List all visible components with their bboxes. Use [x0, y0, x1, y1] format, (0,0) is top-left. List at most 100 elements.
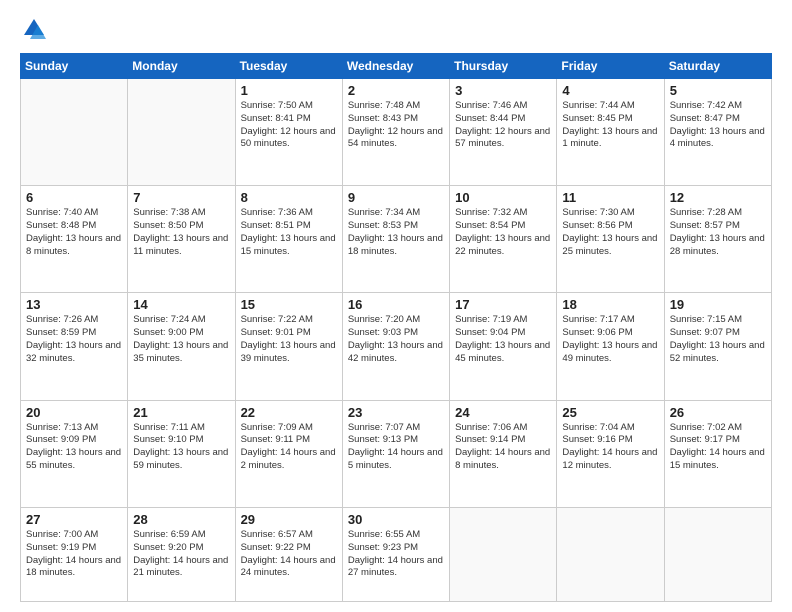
calendar-cell: 26 Sunrise: 7:02 AM Sunset: 9:17 PM Dayli…	[664, 400, 771, 507]
calendar-cell	[450, 507, 557, 601]
day-info: Sunrise: 7:13 AM Sunset: 9:09 PM Dayligh…	[26, 422, 122, 473]
calendar-cell: 25Sunrise: 7:04 AM Sunset: 9:16 PM Dayli…	[557, 400, 664, 507]
day-number: 11	[562, 190, 658, 205]
day-number: 13	[26, 297, 122, 312]
calendar-cell: 14Sunrise: 7:24 AM Sunset: 9:00 PM Dayli…	[128, 293, 235, 400]
calendar-cell	[557, 507, 664, 601]
weekday-header-tuesday: Tuesday	[235, 54, 342, 79]
week-row-1: 1 Sunrise: 7:50 AM Sunset: 8:41 PM Daylig…	[21, 79, 772, 186]
calendar-cell: 2 Sunrise: 7:48 AM Sunset: 8:43 PM Daylig…	[342, 79, 449, 186]
header	[20, 15, 772, 43]
day-info: Sunrise: 7:11 AM Sunset: 9:10 PM Dayligh…	[133, 422, 229, 473]
day-info: Sunrise: 7:06 AM Sunset: 9:14 PM Dayligh…	[455, 422, 551, 473]
day-number: 15	[241, 297, 337, 312]
calendar-cell: 21 Sunrise: 7:11 AM Sunset: 9:10 PM Dayli…	[128, 400, 235, 507]
day-info: Sunrise: 7:26 AM Sunset: 8:59 PM Dayligh…	[26, 314, 122, 365]
day-number: 24	[455, 405, 551, 420]
weekday-header-saturday: Saturday	[664, 54, 771, 79]
calendar-cell: 11 Sunrise: 7:30 AM Sunset: 8:56 PM Dayli…	[557, 186, 664, 293]
day-info: Sunrise: 7:50 AM Sunset: 8:41 PM Dayligh…	[241, 100, 337, 151]
day-info: Sunrise: 7:22 AM Sunset: 9:01 PM Dayligh…	[241, 314, 337, 365]
calendar-cell: 7 Sunrise: 7:38 AM Sunset: 8:50 PM Daylig…	[128, 186, 235, 293]
day-number: 23	[348, 405, 444, 420]
day-number: 10	[455, 190, 551, 205]
weekday-header-row: SundayMondayTuesdayWednesdayThursdayFrid…	[21, 54, 772, 79]
day-number: 4	[562, 83, 658, 98]
day-info: Sunrise: 7:38 AM Sunset: 8:50 PM Dayligh…	[133, 207, 229, 258]
day-info: Sunrise: 7:28 AM Sunset: 8:57 PM Dayligh…	[670, 207, 766, 258]
weekday-header-wednesday: Wednesday	[342, 54, 449, 79]
day-info: Sunrise: 7:07 AM Sunset: 9:13 PM Dayligh…	[348, 422, 444, 473]
day-info: Sunrise: 7:30 AM Sunset: 8:56 PM Dayligh…	[562, 207, 658, 258]
day-number: 21	[133, 405, 229, 420]
calendar-cell: 17 Sunrise: 7:19 AM Sunset: 9:04 PM Dayli…	[450, 293, 557, 400]
day-info: Sunrise: 7:48 AM Sunset: 8:43 PM Dayligh…	[348, 100, 444, 151]
day-info: Sunrise: 7:09 AM Sunset: 9:11 PM Dayligh…	[241, 422, 337, 473]
day-info: Sunrise: 7:20 AM Sunset: 9:03 PM Dayligh…	[348, 314, 444, 365]
page: SundayMondayTuesdayWednesdayThursdayFrid…	[0, 0, 792, 612]
day-number: 17	[455, 297, 551, 312]
day-info: Sunrise: 6:57 AM Sunset: 9:22 PM Dayligh…	[241, 529, 337, 580]
weekday-header-thursday: Thursday	[450, 54, 557, 79]
weekday-header-monday: Monday	[128, 54, 235, 79]
calendar-cell: 20Sunrise: 7:13 AM Sunset: 9:09 PM Dayli…	[21, 400, 128, 507]
day-number: 29	[241, 512, 337, 527]
day-number: 27	[26, 512, 122, 527]
day-info: Sunrise: 6:55 AM Sunset: 9:23 PM Dayligh…	[348, 529, 444, 580]
calendar-cell: 18Sunrise: 7:17 AM Sunset: 9:06 PM Dayli…	[557, 293, 664, 400]
day-number: 5	[670, 83, 766, 98]
day-number: 3	[455, 83, 551, 98]
week-row-2: 6 Sunrise: 7:40 AM Sunset: 8:48 PM Daylig…	[21, 186, 772, 293]
calendar-cell: 9 Sunrise: 7:34 AM Sunset: 8:53 PM Daylig…	[342, 186, 449, 293]
calendar-cell: 24 Sunrise: 7:06 AM Sunset: 9:14 PM Dayli…	[450, 400, 557, 507]
day-number: 19	[670, 297, 766, 312]
calendar-cell: 1 Sunrise: 7:50 AM Sunset: 8:41 PM Daylig…	[235, 79, 342, 186]
calendar-cell: 5Sunrise: 7:42 AM Sunset: 8:47 PM Daylig…	[664, 79, 771, 186]
day-info: Sunrise: 6:59 AM Sunset: 9:20 PM Dayligh…	[133, 529, 229, 580]
day-info: Sunrise: 7:32 AM Sunset: 8:54 PM Dayligh…	[455, 207, 551, 258]
logo	[20, 15, 52, 43]
day-number: 30	[348, 512, 444, 527]
calendar-cell: 15 Sunrise: 7:22 AM Sunset: 9:01 PM Dayli…	[235, 293, 342, 400]
calendar-cell: 3 Sunrise: 7:46 AM Sunset: 8:44 PM Daylig…	[450, 79, 557, 186]
day-info: Sunrise: 7:00 AM Sunset: 9:19 PM Dayligh…	[26, 529, 122, 580]
day-info: Sunrise: 7:02 AM Sunset: 9:17 PM Dayligh…	[670, 422, 766, 473]
calendar-cell: 8 Sunrise: 7:36 AM Sunset: 8:51 PM Daylig…	[235, 186, 342, 293]
week-row-4: 20Sunrise: 7:13 AM Sunset: 9:09 PM Dayli…	[21, 400, 772, 507]
day-info: Sunrise: 7:34 AM Sunset: 8:53 PM Dayligh…	[348, 207, 444, 258]
day-number: 12	[670, 190, 766, 205]
calendar-cell: 10 Sunrise: 7:32 AM Sunset: 8:54 PM Dayli…	[450, 186, 557, 293]
day-info: Sunrise: 7:19 AM Sunset: 9:04 PM Dayligh…	[455, 314, 551, 365]
week-row-5: 27 Sunrise: 7:00 AM Sunset: 9:19 PM Dayli…	[21, 507, 772, 601]
day-number: 6	[26, 190, 122, 205]
day-number: 1	[241, 83, 337, 98]
logo-icon	[20, 15, 48, 43]
day-info: Sunrise: 7:36 AM Sunset: 8:51 PM Dayligh…	[241, 207, 337, 258]
calendar-cell: 30 Sunrise: 6:55 AM Sunset: 9:23 PM Dayli…	[342, 507, 449, 601]
calendar-cell: 13 Sunrise: 7:26 AM Sunset: 8:59 PM Dayli…	[21, 293, 128, 400]
day-number: 28	[133, 512, 229, 527]
day-info: Sunrise: 7:15 AM Sunset: 9:07 PM Dayligh…	[670, 314, 766, 365]
day-info: Sunrise: 7:17 AM Sunset: 9:06 PM Dayligh…	[562, 314, 658, 365]
day-info: Sunrise: 7:40 AM Sunset: 8:48 PM Dayligh…	[26, 207, 122, 258]
day-number: 9	[348, 190, 444, 205]
calendar-cell: 27 Sunrise: 7:00 AM Sunset: 9:19 PM Dayli…	[21, 507, 128, 601]
calendar-cell	[21, 79, 128, 186]
calendar-cell: 4Sunrise: 7:44 AM Sunset: 8:45 PM Daylig…	[557, 79, 664, 186]
day-number: 7	[133, 190, 229, 205]
calendar-cell: 19 Sunrise: 7:15 AM Sunset: 9:07 PM Dayli…	[664, 293, 771, 400]
calendar-cell: 29 Sunrise: 6:57 AM Sunset: 9:22 PM Dayli…	[235, 507, 342, 601]
day-info: Sunrise: 7:04 AM Sunset: 9:16 PM Dayligh…	[562, 422, 658, 473]
calendar-cell	[128, 79, 235, 186]
calendar-cell: 23 Sunrise: 7:07 AM Sunset: 9:13 PM Dayli…	[342, 400, 449, 507]
day-number: 8	[241, 190, 337, 205]
calendar-cell: 6 Sunrise: 7:40 AM Sunset: 8:48 PM Daylig…	[21, 186, 128, 293]
weekday-header-friday: Friday	[557, 54, 664, 79]
day-number: 16	[348, 297, 444, 312]
day-number: 22	[241, 405, 337, 420]
day-info: Sunrise: 7:46 AM Sunset: 8:44 PM Dayligh…	[455, 100, 551, 151]
day-number: 26	[670, 405, 766, 420]
calendar-cell: 16 Sunrise: 7:20 AM Sunset: 9:03 PM Dayli…	[342, 293, 449, 400]
day-number: 2	[348, 83, 444, 98]
calendar-cell	[664, 507, 771, 601]
